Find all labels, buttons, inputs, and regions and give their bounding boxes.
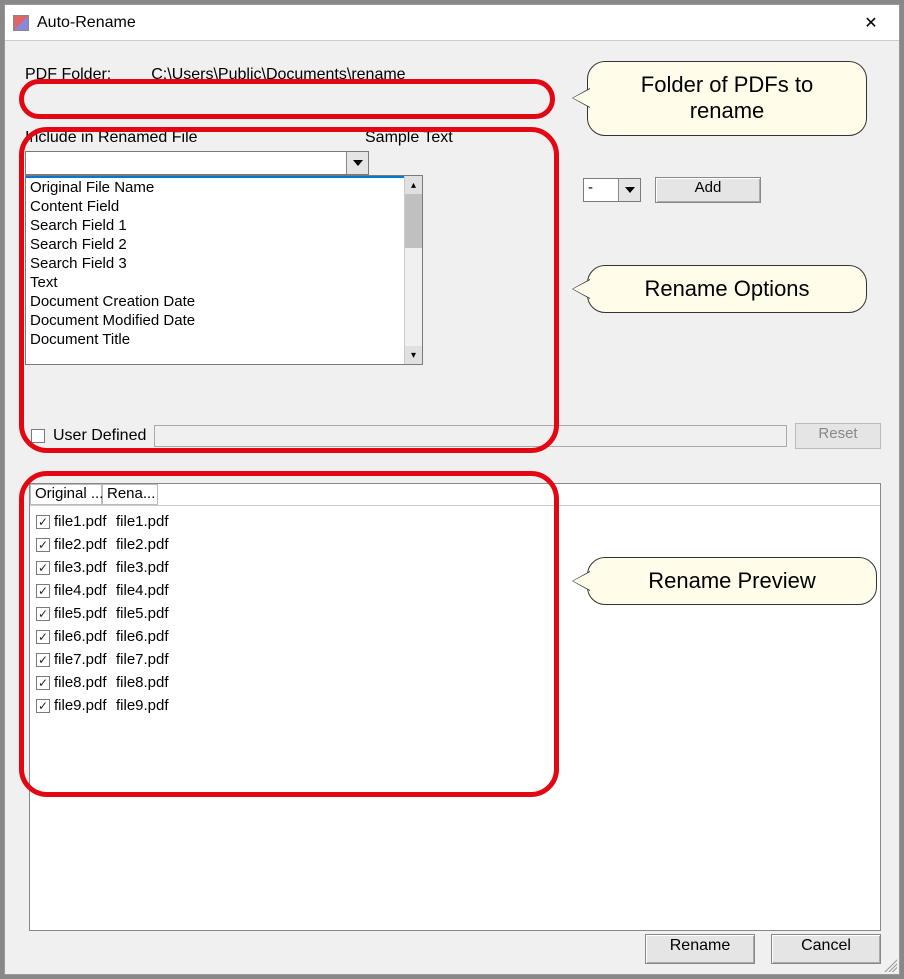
cell-renamed: file2.pdf [116, 536, 169, 553]
table-row[interactable]: file6.pdffile6.pdf [32, 625, 878, 648]
list-item[interactable]: Document Creation Date [26, 292, 404, 311]
scroll-up-icon[interactable]: ▴ [405, 176, 422, 194]
table-row[interactable]: file7.pdffile7.pdf [32, 648, 878, 671]
cell-renamed: file4.pdf [116, 582, 169, 599]
list-item[interactable]: Text [26, 273, 404, 292]
rename-preview-table: Original ... Rena... file1.pdffile1.pdff… [29, 483, 881, 931]
column-original[interactable]: Original ... [30, 484, 102, 505]
list-item[interactable]: Original File Name [26, 178, 404, 197]
row-checkbox[interactable] [36, 630, 50, 644]
cell-renamed: file8.pdf [116, 674, 169, 691]
list-item[interactable]: Document Title [26, 330, 404, 349]
cell-original: file2.pdf [54, 536, 116, 553]
separator-add-group: - Add [583, 177, 761, 203]
table-header: Original ... Rena... [30, 484, 880, 506]
close-icon: ✕ [864, 13, 877, 33]
table-row[interactable]: file2.pdffile2.pdf [32, 533, 878, 556]
row-checkbox[interactable] [36, 607, 50, 621]
row-checkbox[interactable] [36, 561, 50, 575]
list-item[interactable]: Document Modified Date [26, 311, 404, 330]
include-label: Include in Renamed File [25, 129, 365, 147]
pdf-folder-path: C:\Users\Public\Documents\rename [151, 66, 405, 84]
pdf-folder-label: PDF Folder: [25, 66, 111, 84]
app-icon [13, 15, 29, 31]
row-checkbox[interactable] [36, 584, 50, 598]
user-defined-checkbox[interactable] [31, 429, 45, 443]
cell-original: file3.pdf [54, 559, 116, 576]
table-row[interactable]: file9.pdffile9.pdf [32, 694, 878, 717]
window-title: Auto-Rename [37, 14, 851, 32]
chevron-down-icon[interactable] [618, 179, 640, 201]
row-checkbox[interactable] [36, 676, 50, 690]
table-row[interactable]: file1.pdffile1.pdf [32, 510, 878, 533]
cell-renamed: file7.pdf [116, 651, 169, 668]
callout-folder: Folder of PDFs to rename [587, 61, 867, 136]
user-defined-label: User Defined [53, 427, 146, 445]
include-combo-value [26, 152, 346, 174]
dialog-buttons: Rename Cancel [645, 934, 881, 964]
include-options-listbox[interactable]: Original File NameContent FieldSearch Fi… [25, 175, 423, 365]
resize-grip-icon[interactable] [881, 956, 897, 972]
auto-rename-window: Auto-Rename ✕ PDF Folder: C:\Users\Publi… [4, 4, 900, 975]
list-item[interactable]: Search Field 3 [26, 254, 404, 273]
rename-button[interactable]: Rename [645, 934, 755, 964]
cell-original: file7.pdf [54, 651, 116, 668]
column-renamed[interactable]: Rena... [102, 484, 158, 505]
cell-original: file9.pdf [54, 697, 116, 714]
cell-renamed: file5.pdf [116, 605, 169, 622]
cell-renamed: file3.pdf [116, 559, 169, 576]
table-row[interactable]: file8.pdffile8.pdf [32, 671, 878, 694]
table-row[interactable]: file5.pdffile5.pdf [32, 602, 878, 625]
callout-options: Rename Options [587, 265, 867, 313]
scroll-track[interactable] [405, 248, 422, 346]
add-button[interactable]: Add [655, 177, 761, 203]
cell-original: file8.pdf [54, 674, 116, 691]
scroll-down-icon[interactable]: ▾ [405, 346, 422, 364]
close-button[interactable]: ✕ [851, 8, 891, 38]
cell-original: file6.pdf [54, 628, 116, 645]
scroll-thumb[interactable] [405, 194, 422, 248]
titlebar: Auto-Rename ✕ [5, 5, 899, 41]
separator-value: - [584, 179, 618, 201]
cell-renamed: file1.pdf [116, 513, 169, 530]
client-area: PDF Folder: C:\Users\Public\Documents\re… [5, 41, 899, 974]
cell-original: file5.pdf [54, 605, 116, 622]
cell-original: file1.pdf [54, 513, 116, 530]
sample-text-label: Sample Text [365, 129, 453, 147]
list-item[interactable]: Search Field 1 [26, 216, 404, 235]
row-checkbox[interactable] [36, 515, 50, 529]
cancel-button[interactable]: Cancel [771, 934, 881, 964]
cell-renamed: file9.pdf [116, 697, 169, 714]
separator-combo[interactable]: - [583, 178, 641, 202]
cell-renamed: file6.pdf [116, 628, 169, 645]
row-checkbox[interactable] [36, 699, 50, 713]
row-checkbox[interactable] [36, 538, 50, 552]
list-item[interactable]: Search Field 2 [26, 235, 404, 254]
row-checkbox[interactable] [36, 653, 50, 667]
chevron-down-icon[interactable] [346, 152, 368, 174]
list-item[interactable]: Content Field [26, 197, 404, 216]
reset-button[interactable]: Reset [795, 423, 881, 449]
user-defined-row: User Defined Reset [31, 423, 881, 449]
cell-original: file4.pdf [54, 582, 116, 599]
include-combo[interactable] [25, 151, 369, 175]
scrollbar[interactable]: ▴ ▾ [404, 176, 422, 364]
callout-preview: Rename Preview [587, 557, 877, 605]
include-group: Include in Renamed File Sample Text Orig… [25, 129, 887, 365]
user-defined-input[interactable] [154, 425, 787, 447]
